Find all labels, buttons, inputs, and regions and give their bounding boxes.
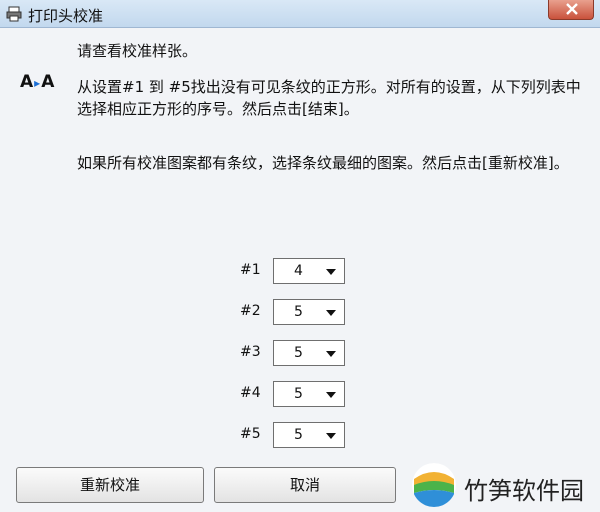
title-bar: 打印头校准 [0, 0, 600, 28]
setting-2-select[interactable]: 5 [273, 299, 345, 325]
aa-icon-right: A [41, 72, 56, 92]
a-to-a-icon: A▸A [20, 72, 55, 92]
setting-value: 5 [294, 304, 303, 320]
setting-label: #5 [240, 426, 261, 442]
aa-icon-left: A [20, 72, 35, 92]
close-icon [566, 3, 578, 15]
setting-value: 5 [294, 345, 303, 361]
instruction-body: 从设置#1 到 #5找出没有可见条纹的正方形。对所有的设置，从下列列表中选择相应… [77, 78, 581, 118]
chevron-down-icon [326, 310, 336, 316]
setting-value: 4 [294, 263, 303, 279]
instruction-heading: 请查看校准样张。 [77, 42, 198, 60]
recalibrate-button[interactable]: 重新校准 [16, 467, 204, 503]
printer-icon [6, 6, 22, 22]
chevron-down-icon [326, 269, 336, 275]
setting-3-select[interactable]: 5 [273, 340, 345, 366]
setting-label: #4 [240, 385, 261, 401]
instruction-fallback: 如果所有校准图案都有条纹，选择条纹最细的图案。然后点击[重新校准]。 [77, 154, 569, 172]
chevron-down-icon [326, 351, 336, 357]
brand-name: 竹笋软件园 [464, 477, 584, 505]
chevron-down-icon [326, 392, 336, 398]
brand-watermark: 竹笋软件园 [412, 463, 592, 507]
setting-label: #2 [240, 303, 261, 319]
setting-label: #3 [240, 344, 261, 360]
setting-1-select[interactable]: 4 [273, 258, 345, 284]
setting-label: #1 [240, 262, 261, 278]
close-button[interactable] [548, 0, 594, 20]
brand-logo-icon [412, 463, 456, 507]
setting-value: 5 [294, 386, 303, 402]
chevron-down-icon [326, 433, 336, 439]
setting-4-select[interactable]: 5 [273, 381, 345, 407]
window-title: 打印头校准 [28, 7, 104, 25]
cancel-button[interactable]: 取消 [214, 467, 396, 503]
setting-value: 5 [294, 427, 303, 443]
setting-5-select[interactable]: 5 [273, 422, 345, 448]
